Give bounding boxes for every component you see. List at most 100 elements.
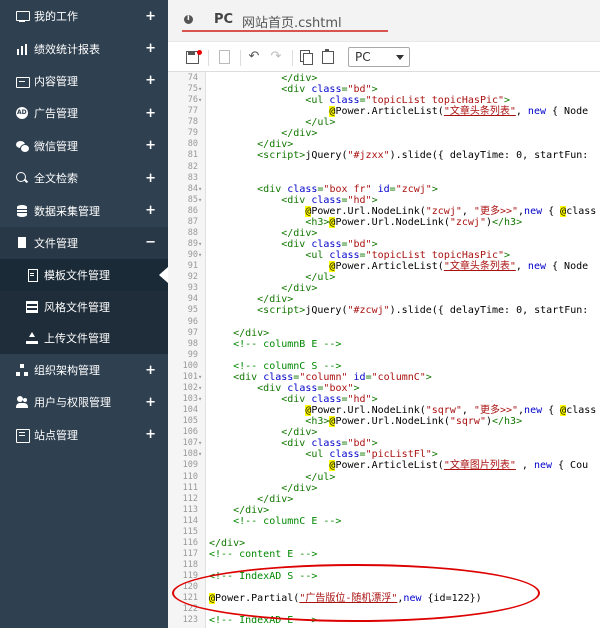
redo-icon[interactable]: ↷ <box>268 49 284 65</box>
fold-toggle-icon[interactable]: ▾ <box>198 184 202 195</box>
sidebar-item[interactable]: 数据采集管理 + <box>0 194 168 226</box>
code-token: </div> <box>209 427 318 439</box>
fold-toggle-icon[interactable]: ▾ <box>198 95 202 106</box>
inbox-icon <box>16 75 30 88</box>
code-line: 85 ▾ <div class="hd"> <box>168 195 600 206</box>
code-text: <!-- columnC E --> <box>209 516 341 527</box>
code-text: </div> <box>209 139 293 150</box>
code-token: </h3> <box>492 416 523 428</box>
code-line: 99 <box>168 350 600 361</box>
sidebar-subitem[interactable]: 模板文件管理 <box>0 259 168 291</box>
code-line: 82 <box>168 162 600 173</box>
sidebar-item[interactable]: 站点管理 + <box>0 419 168 451</box>
file-icon <box>16 236 28 249</box>
copy-icon[interactable] <box>298 49 314 65</box>
code-text: <script>jQuery("#jzxx").slide({ delayTim… <box>209 150 588 161</box>
line-number: 105 <box>182 416 198 427</box>
code-line: 89 ▾ <div class="bd"> <box>168 239 600 250</box>
code-text: </div> <box>209 505 269 516</box>
sidebar-item[interactable]: 微信管理 + <box>0 130 168 162</box>
code-text: <ul class="topicList topicHasPic"> <box>209 250 510 261</box>
tab-platform-label[interactable]: PC <box>214 12 233 27</box>
code-line: 100 <!-- columnC S --> <box>168 361 600 372</box>
fold-toggle-icon[interactable]: ▾ <box>198 394 202 405</box>
sidebar-item[interactable]: 内容管理 + <box>0 65 168 97</box>
code-line: 116 </div> <box>168 538 600 549</box>
sidebar-item[interactable]: 全文检索 + <box>0 162 168 194</box>
line-number: 104 <box>182 405 198 416</box>
code-token: <div <box>209 194 312 206</box>
code-token: class <box>329 95 360 107</box>
code-line: 90 ▾ <ul class="topicList topicHasPic"> <box>168 250 600 261</box>
code-token: </ul> <box>209 471 336 483</box>
line-number: 118 <box>182 560 198 571</box>
fold-toggle-icon[interactable]: ▾ <box>198 84 202 95</box>
undo-icon[interactable]: ↶ <box>246 49 262 65</box>
fold-toggle-icon[interactable]: ▾ <box>198 438 202 449</box>
code-line: 78 </ul> <box>168 117 600 128</box>
code-token: "picListFl" <box>365 449 432 461</box>
line-number: 77 <box>187 106 198 117</box>
code-token: new <box>524 205 543 217</box>
line-number: 93 <box>187 283 198 294</box>
code-text: <div class="column" id="columnC"> <box>209 372 432 383</box>
code-token: <script> <box>209 305 306 317</box>
fold-toggle-icon[interactable]: ▾ <box>198 250 202 261</box>
line-number: 79 <box>187 128 198 139</box>
code-token: "column" <box>299 371 348 383</box>
sidebar-subitem[interactable]: 上传文件管理 <box>0 322 168 354</box>
sidebar-item[interactable]: 用户与权限管理 + <box>0 386 168 418</box>
fold-toggle-icon[interactable]: ▾ <box>198 372 202 383</box>
code-token: <h3> <box>209 216 330 228</box>
code-editor[interactable]: 74 </div> 75 ▾ <div class="bd"> 76 ▾ <ul cla… <box>168 72 600 628</box>
code-token: > <box>371 84 378 96</box>
line-number: 113 <box>182 504 198 515</box>
code-token: Power.Url.NodeLink( <box>311 205 426 217</box>
sidebar-item[interactable]: 绩效统计报表 + <box>0 32 168 64</box>
line-number: 92 <box>187 272 198 283</box>
code-token: "zcwj" <box>449 216 486 228</box>
sidebar-item[interactable]: 我的工作 + <box>0 0 168 32</box>
sidebar-subitem[interactable]: 风格文件管理 <box>0 290 168 323</box>
sidebar-item[interactable]: 广告管理 + <box>0 97 168 129</box>
expand-icon: + <box>145 41 156 57</box>
fold-toggle-icon[interactable]: ▾ <box>198 195 202 206</box>
sidebar-item-label: 广告管理 <box>34 107 78 121</box>
sidebar-item[interactable]: 文件管理 − <box>0 226 168 260</box>
new-file-icon[interactable] <box>216 49 232 65</box>
fold-toggle-icon[interactable]: ▾ <box>198 383 202 394</box>
code-line: 76 ▾ <ul class="topicList topicHasPic"> <box>168 95 600 106</box>
code-text: <h3>@Power.Url.NodeLink("zcwj")</h3> <box>209 216 522 228</box>
code-token: "#zcwj" <box>347 305 390 317</box>
fold-toggle-icon[interactable]: ▾ <box>198 449 202 460</box>
code-token: class <box>287 183 318 195</box>
code-token: <!-- content E --> <box>209 549 318 560</box>
code-line: 84 ▾ <div class="box fr" id="zcwj"> <box>168 184 600 195</box>
tab-filename[interactable]: 网站首页.cshtml <box>242 12 342 31</box>
code-token: "bd" <box>347 438 372 450</box>
paste-icon[interactable] <box>320 49 336 65</box>
code-token: "文章头条列表" <box>443 261 516 273</box>
code-text: <h3>@Power.Url.NodeLink("sqrw")</h3> <box>209 416 523 428</box>
line-number: 98 <box>187 338 198 349</box>
code-token: , <box>515 261 528 273</box>
expand-icon: + <box>145 394 156 410</box>
code-token: "bd" <box>347 239 372 251</box>
code-token: <ul <box>209 449 330 461</box>
code-line: 102 ▾ <div class="box"> <box>168 383 600 394</box>
sidebar-item[interactable]: 组织架构管理 + <box>0 354 168 386</box>
code-token: new <box>527 106 546 118</box>
platform-select[interactable]: PC <box>348 47 410 67</box>
code-line: 74 </div> <box>168 73 600 84</box>
line-number: 103 <box>182 394 198 405</box>
code-token: > <box>431 449 438 461</box>
fold-toggle-icon[interactable]: ▾ <box>198 239 202 250</box>
code-token: </div> <box>209 128 318 140</box>
code-token: "sqrw" <box>425 405 462 417</box>
line-number: 91 <box>187 261 198 272</box>
code-line: 96 <box>168 317 600 328</box>
line-number: 84 <box>187 183 198 194</box>
code-token: { Node <box>545 261 589 273</box>
